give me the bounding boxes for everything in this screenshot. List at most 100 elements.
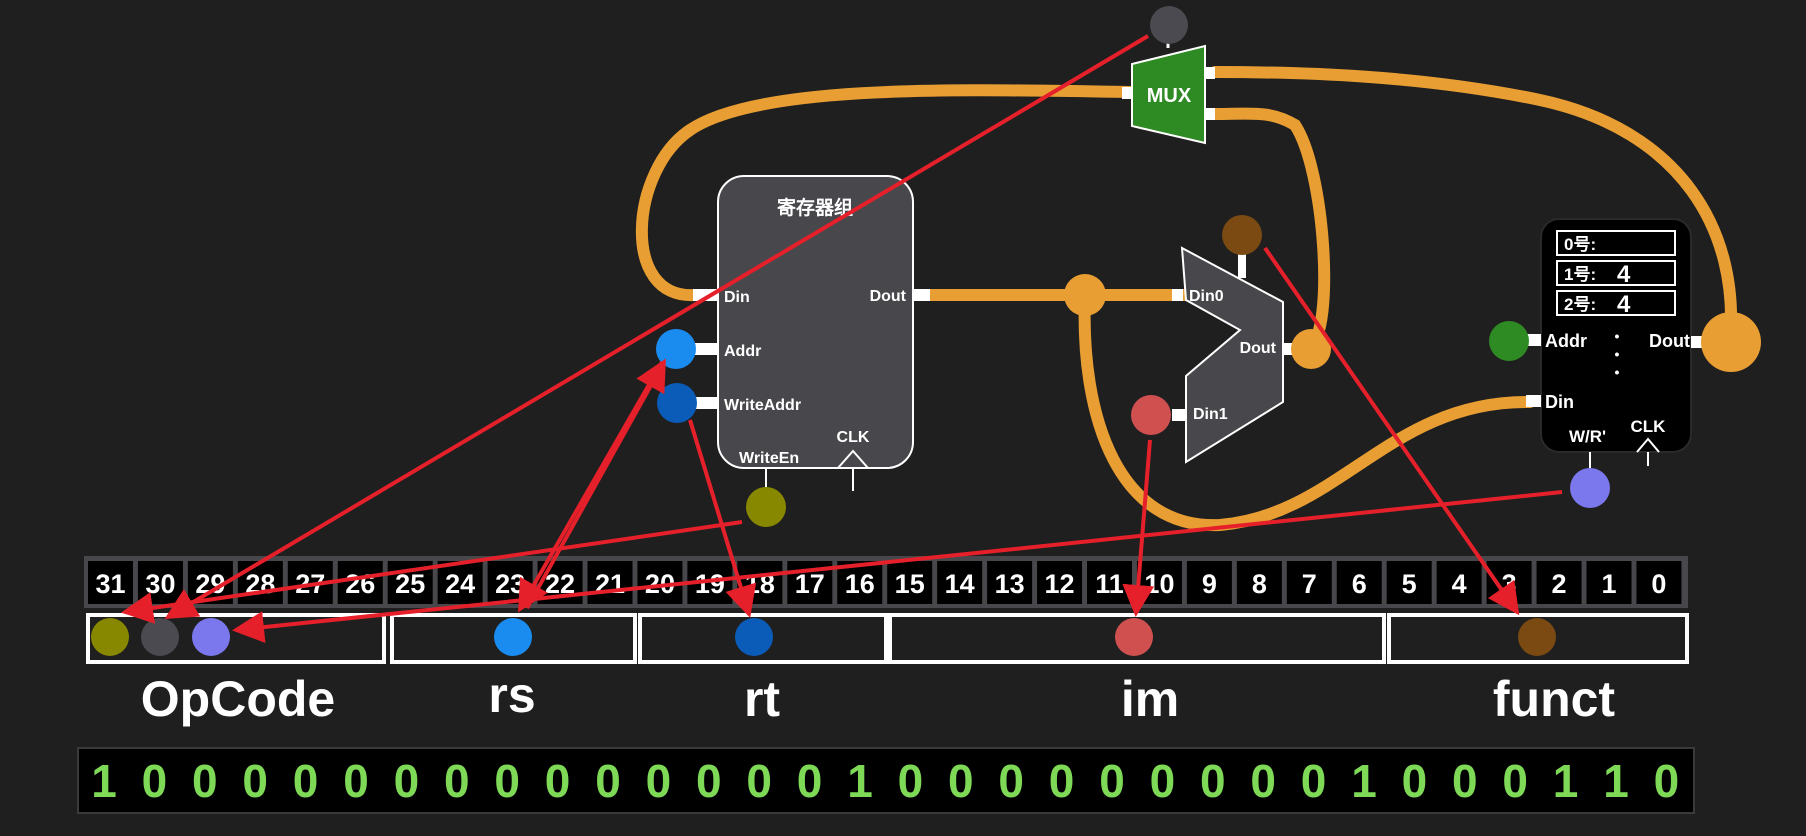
memory-din-label: Din [1545,392,1574,412]
field-label-opcode: OpCode [141,671,335,727]
binary-digit: 0 [293,755,319,807]
binary-digit: 1 [1553,755,1579,807]
binary-digit: 0 [192,755,218,807]
binary-digit: 0 [696,755,722,807]
bit-number: 13 [995,569,1025,599]
memory-ellipsis-1: • [1615,328,1620,344]
rt-dot [735,618,773,656]
memory-dout-label: Dout [1649,331,1690,351]
binary-digit: 0 [948,755,974,807]
opcode-dot-purple [192,618,230,656]
opcode-dot-olive [91,618,129,656]
binary-digit: 0 [1502,755,1528,807]
binary-digit: 0 [343,755,369,807]
opcode-dot-gray [141,618,179,656]
field-label-im: im [1121,671,1179,727]
binary-digit: 0 [595,755,621,807]
bit-number: 14 [945,569,975,599]
im-dot [1115,618,1153,656]
regfile-din-label: Din [724,289,750,306]
regfile-writeaddr-label: WriteAddr [724,397,801,414]
binary-digit: 0 [898,755,924,807]
memory-addr-label: Addr [1545,331,1587,351]
mux-select-dot [1150,6,1188,44]
memory-row-1-label: 1号: [1564,265,1596,284]
arrow-mux-select-to-opcode [164,34,1150,620]
funct-dot [1518,618,1556,656]
binary-digit: 0 [394,755,420,807]
bit-number: 31 [95,569,125,599]
memory-block: 0号: 1号: 4 2号: 4 • • • Addr Dout Din W/R'… [1526,218,1706,468]
binary-digit: 0 [998,755,1024,807]
memory-dout-dot [1701,312,1761,372]
binary-digit: 0 [797,755,823,807]
bit-number: 0 [1651,569,1666,599]
bit-number: 10 [1144,569,1174,599]
binary-digit: 0 [1099,755,1125,807]
field-labels: OpCode rs rt im funct [141,667,1616,727]
binary-digit: 0 [746,755,772,807]
binary-digit: 0 [1200,755,1226,807]
memory-clk-label: CLK [1631,417,1667,436]
binary-digit: 0 [494,755,520,807]
field-label-rt: rt [744,671,780,727]
binary-digit: 0 [242,755,268,807]
bit-number: 16 [845,569,875,599]
bus-junction-dot [1064,274,1106,316]
mux-select-brown-dot [1222,215,1262,255]
bit-number: 6 [1352,569,1367,599]
binary-digit: 0 [1250,755,1276,807]
bit-number: 4 [1452,569,1467,599]
regfile-clk-label: CLK [837,429,870,446]
binary-digit: 0 [646,755,672,807]
binary-digit: 0 [444,755,470,807]
bit-number: 30 [145,569,175,599]
bit-number: 21 [595,569,625,599]
bit-number: 26 [345,569,375,599]
bit-number: 17 [795,569,825,599]
regfile-writeen-label: WriteEn [739,450,799,467]
field-label-funct: funct [1493,671,1616,727]
diagram-canvas: 寄存器组 Din Dout Addr WriteAddr WriteEn CLK… [77,6,1761,814]
bit-number: 7 [1302,569,1317,599]
bit-number: 8 [1252,569,1267,599]
bit-number: 5 [1402,569,1417,599]
regfile-addr-label: Addr [724,343,761,360]
memory-ellipsis-3: • [1615,364,1620,380]
regfile-dout-label: Dout [870,288,907,305]
bit-number: 11 [1095,569,1124,599]
bit-number: 12 [1045,569,1075,599]
bit-number: 15 [895,569,925,599]
memory-row-2-label: 2号: [1564,295,1596,314]
field-box-opcode [86,613,386,664]
binary-digit: 1 [1603,755,1629,807]
binary-digit: 0 [142,755,168,807]
middle-mux: Din0 Din1 Dout [1172,246,1297,464]
binary-digit: 0 [1452,755,1478,807]
mux-din0-label: Din0 [1189,288,1224,305]
field-label-rs: rs [488,667,535,723]
binary-digit: 1 [91,755,117,807]
bit-number: 1 [1601,569,1616,599]
mux-dout-label: Dout [1240,340,1277,357]
bit-number: 23 [495,569,525,599]
binary-digit: 1 [847,755,873,807]
datapath-diagram: 寄存器组 Din Dout Addr WriteAddr WriteEn CLK… [0,0,1806,831]
memory-row-1-value: 4 [1617,261,1631,288]
regfile-writeaddr-dot [657,383,697,423]
bit-number: 19 [695,569,725,599]
binary-digit: 0 [1301,755,1327,807]
binary-row: 10000000000000010000000001000110 [77,747,1695,814]
mux-din1-label: Din1 [1193,406,1228,423]
binary-digit: 1 [1351,755,1377,807]
binary-digit: 0 [545,755,571,807]
binary-digit: 0 [1402,755,1428,807]
top-mux-label: MUX [1147,85,1192,107]
memory-ellipsis-2: • [1615,346,1620,362]
memory-wr-dot [1570,468,1610,508]
binary-digit: 0 [1654,755,1680,807]
memory-addr-dot [1489,321,1529,361]
bit-number: 24 [445,569,475,599]
bit-number: 9 [1202,569,1217,599]
mux-din1-dot [1131,395,1171,435]
